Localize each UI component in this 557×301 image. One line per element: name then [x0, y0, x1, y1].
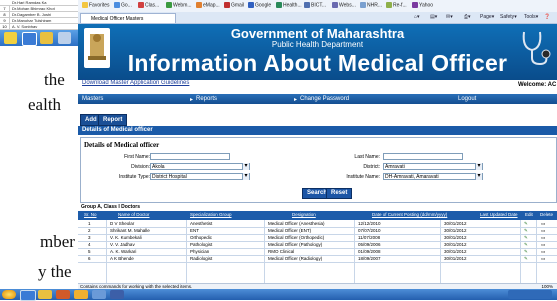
ie-icon[interactable] [20, 290, 36, 301]
favorite-link[interactable]: Webs... [332, 2, 356, 8]
menu-arrow-icon: ▸ [294, 97, 298, 103]
form-title: Details of Medical officer [84, 141, 160, 149]
main-menu: Masters ▸ Reports ▸ Change Password Logo… [78, 94, 557, 104]
doc-text-line: ealth [28, 95, 62, 114]
government-title: Government of Maharashtra [230, 26, 405, 41]
institute-name-select[interactable]: DH-Amravati, Amaravati [383, 173, 483, 180]
favorite-link[interactable]: Google [248, 2, 271, 8]
windows-icon[interactable] [4, 32, 17, 44]
home-icon[interactable]: ⌂▾ [414, 14, 420, 20]
division-select[interactable]: Akola [150, 163, 250, 170]
doc-text-line: y the [38, 262, 72, 281]
menu-logout[interactable]: Logout [458, 96, 476, 102]
tools-menu[interactable]: Tools▾ [524, 14, 538, 20]
edit-icon[interactable]: ✎ [524, 241, 528, 248]
edit-icon[interactable]: ✎ [524, 255, 528, 262]
department-title: Public Health Department [271, 40, 364, 49]
col-specialization[interactable]: Specialization Group [190, 212, 232, 217]
safety-menu[interactable]: Safety▾ [500, 14, 517, 20]
section-header: Details of Medical officer [78, 126, 557, 135]
welcome-text: Welcome: AC [518, 82, 557, 88]
word-icon[interactable] [110, 290, 124, 299]
ie-icon[interactable] [22, 32, 37, 46]
stethoscope-icon [518, 28, 552, 68]
favorite-link[interactable]: Clas... [138, 2, 159, 8]
delete-icon[interactable]: ▭ [541, 220, 545, 227]
institute-type-select[interactable]: District Hospital [150, 173, 250, 180]
col-posting-date[interactable]: Date of Current Posting (dd/mm/yyyy) [372, 212, 447, 217]
favorite-link[interactable]: BICT... [304, 2, 326, 8]
print-icon[interactable]: ⎙▾ [464, 14, 471, 20]
edit-icon[interactable]: ✎ [524, 248, 528, 255]
explorer-icon[interactable] [74, 290, 88, 299]
institute-name-label: Institute Name: [346, 174, 380, 180]
delete-icon[interactable]: ▭ [541, 241, 545, 248]
feeds-icon[interactable]: ▤▾ [430, 14, 437, 20]
browser-tab[interactable]: Medical Officer Masters [80, 13, 176, 23]
delete-icon[interactable]: ▭ [541, 248, 545, 255]
page-title: Information About Medical Officer [127, 50, 508, 76]
edit-icon[interactable]: ✎ [524, 234, 528, 241]
media-player-icon[interactable] [56, 290, 70, 299]
document-taskbar [0, 30, 78, 46]
col-delete: Delete [540, 212, 554, 217]
delete-icon[interactable]: ▭ [541, 234, 545, 241]
favorite-link[interactable]: Health... [276, 2, 302, 8]
guidelines-link[interactable]: Download Master Application Guidelines [82, 80, 189, 86]
last-name-label: Last Name: [354, 154, 380, 160]
delete-icon[interactable]: ▭ [541, 227, 545, 234]
favorite-link[interactable]: Re-f... [386, 2, 407, 8]
edit-icon[interactable]: ✎ [524, 220, 528, 227]
tab-bar: Medical Officer Masters ⌂▾ ▤▾ ✉▾ ⎙▾ Page… [78, 12, 557, 24]
edit-icon[interactable]: ✎ [524, 227, 528, 234]
site-banner: Government of Maharashtra Public Health … [78, 24, 557, 80]
division-label: Division: [131, 164, 150, 170]
favorite-link[interactable]: Gmail [224, 2, 244, 8]
mail-icon[interactable]: ✉▾ [446, 14, 453, 20]
col-edit: Edit [525, 212, 533, 217]
folder-icon[interactable] [40, 32, 53, 44]
favorite-link[interactable]: NHR... [360, 2, 382, 8]
document-pane: Dr.Hari Ramdas Ka 7 Dr.Mohan Bhimrao Khot… [0, 0, 78, 300]
windows-taskbar [0, 289, 557, 301]
app-icon[interactable] [92, 290, 106, 299]
institute-type-label: Institute Type: [118, 174, 150, 180]
favorite-link[interactable]: Webm... [166, 2, 192, 8]
favorite-link[interactable]: Yahoo [412, 2, 433, 8]
app-icon[interactable] [58, 32, 71, 44]
group-title: Group A, Class I Doctors [81, 204, 140, 210]
table-row: 6 A K Bhende Radiologist Medical Officer… [78, 255, 557, 263]
table-header: Sr. No Name of Doctor Specialization Gro… [78, 211, 557, 220]
district-select[interactable]: Amravati [383, 163, 483, 170]
col-designation[interactable]: Designation [292, 212, 316, 217]
favorite-link[interactable]: Go... [114, 2, 132, 8]
doc-text-line: mber [40, 232, 75, 251]
document-table: Dr.Hari Ramdas Ka 7 Dr.Mohan Bhimrao Khot… [0, 0, 78, 31]
first-name-field[interactable] [150, 153, 230, 160]
start-button-icon[interactable] [2, 290, 16, 299]
menu-change-password[interactable]: Change Password [300, 96, 349, 102]
reset-button[interactable]: Reset [326, 188, 353, 199]
page-menu[interactable]: Page▾ [480, 14, 494, 20]
district-label: District: [363, 164, 380, 170]
col-sr-no[interactable]: Sr. No [84, 212, 97, 217]
first-name-label: First Name: [124, 154, 150, 160]
menu-arrow-icon: ▸ [190, 97, 194, 103]
favorites-button[interactable]: Favorites [82, 2, 110, 8]
favorite-link[interactable]: eMap... [196, 2, 220, 8]
last-name-field[interactable] [383, 153, 463, 160]
menu-masters[interactable]: Masters [82, 96, 103, 102]
folder-icon[interactable] [38, 290, 52, 299]
col-last-updated[interactable]: Last Updated Date [480, 212, 518, 217]
report-button[interactable]: Report [98, 114, 128, 126]
doc-text-line: the [44, 70, 65, 89]
col-name[interactable]: Name of Doctor [118, 212, 150, 217]
system-tray [508, 290, 552, 299]
delete-icon[interactable]: ▭ [541, 255, 545, 262]
browser-window: Favorites Go... Clas... Webm... eMap... … [78, 0, 557, 300]
help-icon[interactable]: ❓ [544, 14, 550, 20]
menu-reports[interactable]: Reports [196, 96, 217, 102]
